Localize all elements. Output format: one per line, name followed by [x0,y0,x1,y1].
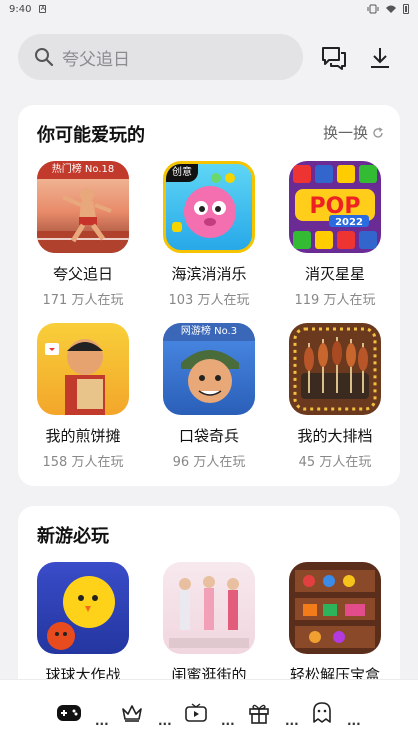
game-players: 103 万人在玩 [168,293,250,308]
recommend-card: 你可能爱玩的 换一换 热门榜 No.18 夸父追日 171 万人在玩 创意 海滨… [18,105,400,486]
game-item[interactable]: 网游榜 No.3 口袋奇兵 96 万人在玩 [149,323,269,470]
game-icon-xiaomie: POP 2022 [289,161,381,253]
refresh-label: 换一换 [322,124,368,142]
game-players: 96 万人在玩 [172,455,246,470]
nav-gift[interactable] [246,700,272,726]
notification-icon: A [39,5,47,13]
game-icon-jieya [289,562,381,654]
status-bar: 9:40 A [0,0,418,18]
game-players: 119 万人在玩 [294,293,376,308]
game-icon-jianbing [37,323,129,415]
game-players: 171 万人在玩 [42,293,124,308]
ghost-icon [313,702,331,723]
section-title: 你可能爱玩的 [37,125,145,146]
game-icon-qiuqiu [37,562,129,654]
game-item[interactable]: 球球大作战 [23,562,143,685]
download-icon [371,48,389,68]
game-icon-koudai: 网游榜 No.3 [163,323,255,415]
bottom-nav: ... ... ... ... ... [0,679,418,744]
nav-video[interactable] [183,700,209,726]
game-item[interactable]: 我的大排档 45 万人在玩 [275,323,395,470]
game-item[interactable]: 轻松解压宝盒 [275,562,395,685]
game-icon-haibin: 创意 [163,161,255,253]
nav-rank[interactable] [119,700,145,726]
game-players: 45 万人在玩 [298,455,372,470]
nav-games[interactable] [56,700,82,726]
game-item[interactable]: 热门榜 No.18 夸父追日 171 万人在玩 [23,161,143,308]
nav-dots: ... [347,714,361,728]
download-button[interactable] [367,45,393,71]
crown-icon [122,705,142,722]
game-item[interactable]: 创意 海滨消消乐 103 万人在玩 [149,161,269,308]
gamepad-icon [57,705,81,721]
search-input[interactable]: 夸父追日 [18,34,303,80]
gift-icon [249,704,269,724]
search-row: 夸父追日 [18,33,400,81]
game-item[interactable]: POP 2022 消灭星星 119 万人在玩 [275,161,395,308]
refresh-icon [373,126,383,138]
game-name: 海滨消消乐 [171,265,247,283]
game-name: 口袋奇兵 [178,427,239,445]
vibrate-icon [367,4,379,14]
nav-dots: ... [221,714,235,728]
nav-profile[interactable] [309,700,335,726]
game-item[interactable]: 我的煎饼摊 158 万人在玩 [23,323,143,470]
svg-text:2022: 2022 [335,217,363,228]
new-games-card: 新游必玩 球球大作战 闺蜜逛街的 轻松解压宝盒 [18,506,400,706]
message-button[interactable] [321,45,347,71]
game-item[interactable]: 闺蜜逛街的 [149,562,269,685]
tv-icon [185,703,207,722]
game-icon-guimi [163,562,255,654]
wifi-icon [386,5,396,13]
search-icon [35,48,54,67]
nav-dots: ... [158,714,172,728]
game-icon-dapaidang [289,323,381,415]
refresh-button[interactable]: 换一换 [323,122,384,143]
nav-dots: ... [285,714,299,728]
game-icon-kuafu: 热门榜 No.18 [37,161,129,253]
game-name: 我的大排档 [297,427,373,445]
game-name: 我的煎饼摊 [45,427,121,445]
game-name: 消灭星星 [304,265,365,283]
battery-icon [403,4,409,14]
chat-icon [322,47,346,70]
nav-dots: ... [95,714,109,728]
game-players: 158 万人在玩 [42,455,124,470]
search-placeholder: 夸父追日 [62,49,130,70]
section-title: 新游必玩 [37,526,109,547]
game-name: 夸父追日 [52,265,113,283]
status-time: 9:40 [9,3,32,15]
